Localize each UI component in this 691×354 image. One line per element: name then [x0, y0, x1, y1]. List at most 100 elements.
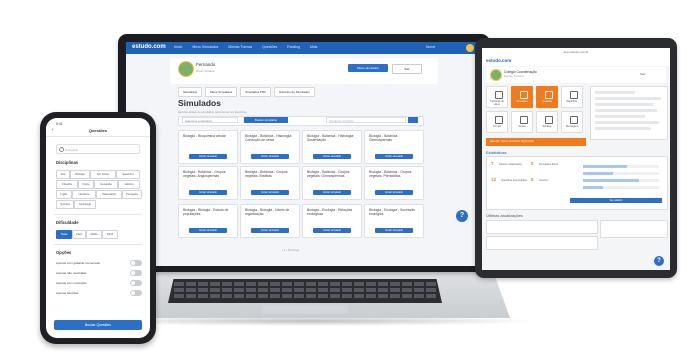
nav-item[interactable]: Minhas Turmas	[228, 45, 252, 49]
nav-item[interactable]: Início	[174, 45, 182, 49]
nav-item[interactable]: Ranking	[287, 45, 300, 49]
discipline-chip[interactable]: Química	[56, 200, 74, 209]
discipline-chip[interactable]: Geografia	[94, 180, 118, 189]
update-item[interactable]	[486, 236, 598, 250]
bar-fill	[583, 165, 627, 168]
pagination[interactable]: ‹ 1 › Próximo	[282, 248, 299, 252]
difficulty-chip[interactable]: Fácil	[72, 230, 86, 239]
simulation-card: Biologia - Botânica - Gimnospermas Inici…	[364, 130, 424, 164]
tile-conteudo[interactable]: Conteúdo do aluno	[486, 86, 508, 108]
start-simulation-button[interactable]: Iniciar simulado	[189, 154, 227, 159]
discipline-chip[interactable]: Matemática	[96, 190, 122, 199]
discipline-chip[interactable]: Ed. Física	[90, 170, 116, 179]
difficulty-chip[interactable]: Difícil	[102, 230, 118, 239]
profile-avatar	[490, 69, 502, 81]
tile-questoes[interactable]: Questões	[536, 86, 558, 108]
tile-turmas[interactable]: Turmas	[486, 111, 508, 133]
tab-simulados-pdf[interactable]: Simulados PDF	[240, 87, 272, 97]
brand-logo[interactable]: estudo.com	[132, 44, 166, 50]
start-simulation-button[interactable]: Iniciar simulado	[251, 228, 289, 233]
profile-name: Colégio Coordenação	[504, 70, 537, 74]
user-menu-label[interactable]: Nome	[426, 45, 435, 49]
panel-line	[595, 91, 635, 94]
option-toggle[interactable]	[130, 270, 142, 276]
stat-label: Acertos	[539, 179, 548, 182]
discipline-chip[interactable]: Filosofia	[56, 180, 78, 189]
discipline-chip[interactable]: Inglês	[56, 190, 72, 199]
search-questions-button[interactable]: Buscar Questões	[54, 320, 142, 330]
alert-banner[interactable]: Atenção: novos simulados disponíveis	[486, 138, 586, 146]
nav-item[interactable]: Questões	[262, 45, 277, 49]
start-simulation-button[interactable]: Iniciar simulado	[251, 154, 289, 159]
tile-label: Conteúdo do aluno	[490, 100, 504, 106]
tab-historico[interactable]: Histórico de Simulados	[274, 87, 315, 97]
view-report-button[interactable]: Ver relatório	[570, 198, 662, 203]
simulation-card: Biologia - Ecologia - Sucessão ecológica…	[364, 204, 424, 238]
nav-item[interactable]: Mais	[310, 45, 317, 49]
my-simulations-button[interactable]: Meus simulados	[348, 64, 388, 72]
trophy-icon	[545, 116, 553, 124]
options-title: Opções	[56, 250, 72, 255]
discipline-chip[interactable]: História	[118, 180, 140, 189]
users-icon	[495, 116, 503, 124]
search-icon	[59, 147, 64, 152]
tile-label: Relatórios	[566, 100, 578, 103]
option-toggle[interactable]	[130, 290, 142, 296]
tile-mensagens[interactable]: Mensagens	[561, 111, 583, 133]
start-simulation-button[interactable]: Iniciar simulado	[313, 154, 351, 159]
discipline-select[interactable]: Selecione a disciplina	[182, 117, 238, 123]
start-simulation-button[interactable]: Iniciar simulado	[189, 228, 227, 233]
updates-title: Últimas atualizações	[486, 213, 523, 218]
notice-box[interactable]	[600, 220, 668, 238]
start-simulation-button[interactable]: Iniciar simulado	[313, 190, 351, 195]
option-toggle[interactable]	[130, 260, 142, 266]
avatar[interactable]	[466, 44, 474, 52]
option-label: Apenas favoritas	[56, 291, 79, 295]
panel-line	[595, 97, 661, 100]
logout-link[interactable]: Sair	[640, 72, 645, 76]
search-icon[interactable]	[408, 117, 418, 123]
discipline-chip[interactable]: Biologia	[70, 170, 90, 179]
start-simulation-button[interactable]: Iniciar simulado	[189, 190, 227, 195]
tile-ranking[interactable]: Ranking	[536, 111, 558, 133]
tile-relatorios[interactable]: Relatórios	[561, 86, 583, 108]
discipline-chip[interactable]: Português	[122, 190, 142, 199]
panel-line	[595, 121, 659, 124]
difficulty-chip[interactable]: Todas	[56, 230, 72, 239]
brand-logo[interactable]: estudo.com	[486, 58, 511, 63]
simulation-card: Biologia - Botânica - Grupos vegetais: P…	[364, 166, 424, 200]
logout-button[interactable]: Sair	[392, 64, 422, 74]
divider	[54, 214, 142, 215]
stat-value: 5	[531, 177, 534, 182]
start-simulation-button[interactable]: Iniciar simulado	[375, 190, 413, 195]
search-input[interactable]: Pesquisar	[56, 144, 140, 154]
search-simulations-button[interactable]: Buscar simulados	[244, 117, 288, 123]
discipline-chip[interactable]: Física	[78, 180, 94, 189]
difficulty-chip[interactable]: Média	[86, 230, 102, 239]
disciplines-title: Disciplinas	[56, 160, 79, 165]
start-simulation-button[interactable]: Iniciar simulado	[375, 228, 413, 233]
nav-item[interactable]: Meus Simulados	[192, 45, 218, 49]
help-button[interactable]: ?	[456, 210, 468, 222]
start-simulation-button[interactable]: Iniciar simulado	[251, 190, 289, 195]
discipline-chip[interactable]: Sociologia	[74, 200, 96, 209]
tile-simulados[interactable]: Simulados	[511, 86, 533, 108]
help-button[interactable]: ?	[654, 256, 664, 266]
tab-meus-simulados[interactable]: Meus Simulados	[205, 87, 238, 97]
book-icon	[495, 91, 503, 99]
discipline-chip[interactable]: Literatura	[72, 190, 96, 199]
update-item[interactable]	[486, 220, 598, 234]
card-title: Biologia - Ecologia - Sucessão ecológica	[369, 208, 415, 217]
tile-avisos[interactable]: Avisos	[511, 111, 533, 133]
start-simulation-button[interactable]: Iniciar simulado	[375, 154, 413, 159]
search-input[interactable]: Pesquisar simulado	[326, 117, 406, 123]
bar-fill	[583, 172, 613, 175]
card-title: Biologia - Biologia - Níveis de organiza…	[245, 208, 290, 217]
start-simulation-button[interactable]: Iniciar simulado	[313, 228, 351, 233]
tab-simulados[interactable]: Simulados	[178, 87, 203, 97]
card-title: Biologia - Ecologia - Relações ecológica…	[307, 208, 353, 217]
discipline-chip[interactable]: Espanhol	[116, 170, 140, 179]
panel-line	[595, 115, 645, 118]
option-toggle[interactable]	[130, 280, 142, 286]
discipline-chip[interactable]: Arte	[56, 170, 70, 179]
